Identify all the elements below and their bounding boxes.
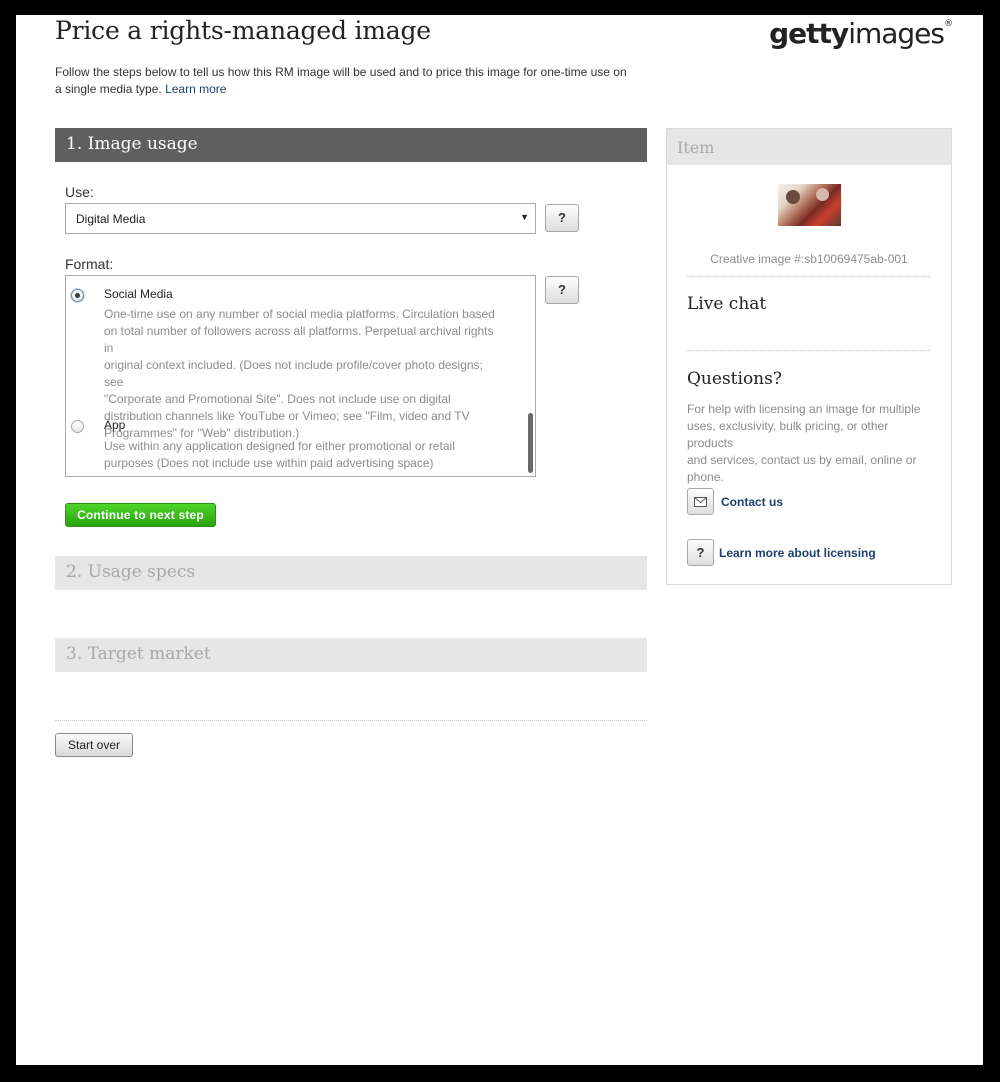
start-over-button[interactable]: Start over xyxy=(55,733,133,757)
creative-image-id: Creative image #:sb10069475ab-001 xyxy=(710,252,908,266)
desc-line: phone. xyxy=(687,470,724,484)
step-usage-specs-header[interactable]: 2. Usage specs xyxy=(55,556,647,590)
desc-line: on total number of followers across all … xyxy=(104,324,494,355)
step-image-usage-header[interactable]: 1. Image usage xyxy=(55,128,647,162)
live-chat-heading[interactable]: Live chat xyxy=(687,294,766,314)
use-help-button[interactable]: ? xyxy=(545,204,579,232)
dropdown-arrow-icon: ▼ xyxy=(520,212,529,222)
desc-line: original context included. (Does not inc… xyxy=(104,358,483,389)
format-option-title: Social Media xyxy=(104,287,173,301)
learn-licensing-link[interactable]: Learn more about licensing xyxy=(719,546,876,560)
item-panel: Item Creative image #:sb10069475ab-001 L… xyxy=(666,128,952,585)
step-target-market-header[interactable]: 3. Target market xyxy=(55,638,647,672)
page: Price a rights-managed image gettyimages… xyxy=(16,15,983,1065)
continue-button[interactable]: Continue to next step xyxy=(65,503,216,527)
questions-heading: Questions? xyxy=(687,369,782,389)
divider xyxy=(55,720,647,721)
use-select-value: Digital Media xyxy=(76,212,146,226)
desc-line: distribution channels like YouTube or Vi… xyxy=(104,409,470,423)
format-listbox[interactable]: Social Media One-time use on any number … xyxy=(65,275,536,477)
learn-more-link[interactable]: Learn more xyxy=(165,82,226,96)
intro-sentence: Follow the steps below to tell us how th… xyxy=(55,65,627,96)
desc-line: For help with licensing an image for mul… xyxy=(687,402,921,416)
format-option-description: One-time use on any number of social med… xyxy=(104,306,504,442)
format-scrollbar[interactable] xyxy=(528,413,533,473)
gettyimages-logo[interactable]: gettyimages® xyxy=(769,17,953,50)
panel-divider xyxy=(687,350,931,351)
desc-line: and services, contact us by email, onlin… xyxy=(687,453,917,467)
desc-line: Use within any application designed for … xyxy=(104,439,455,453)
format-label: Format: xyxy=(65,256,114,272)
image-thumbnail[interactable] xyxy=(778,184,841,226)
social-media-radio[interactable] xyxy=(71,289,84,302)
question-icon[interactable]: ? xyxy=(687,539,714,566)
format-help-button[interactable]: ? xyxy=(545,276,579,304)
app-radio[interactable] xyxy=(71,420,84,433)
format-option-title: App xyxy=(104,418,126,432)
envelope-icon-glyph xyxy=(694,497,707,507)
page-title: Price a rights-managed image xyxy=(55,16,431,45)
item-panel-title: Item xyxy=(667,129,951,165)
questions-description: For help with licensing an image for mul… xyxy=(687,401,937,486)
logo-text-light: images xyxy=(848,17,945,50)
panel-divider xyxy=(687,276,931,277)
envelope-icon[interactable] xyxy=(687,488,714,515)
desc-line: "Corporate and Promotional Site". Does n… xyxy=(104,392,451,406)
intro-text: Follow the steps below to tell us how th… xyxy=(55,64,635,98)
contact-us-link[interactable]: Contact us xyxy=(721,495,783,509)
format-option-description: Use within any application designed for … xyxy=(104,438,504,472)
logo-text-bold: getty xyxy=(769,17,849,50)
desc-line: uses, exclusivity, bulk pricing, or othe… xyxy=(687,419,889,450)
use-select[interactable]: Digital Media ▼ xyxy=(65,203,536,234)
desc-line: purposes (Does not include use within pa… xyxy=(104,456,434,470)
logo-registered-mark: ® xyxy=(944,19,953,29)
use-label: Use: xyxy=(65,184,94,200)
desc-line: One-time use on any number of social med… xyxy=(104,307,495,321)
